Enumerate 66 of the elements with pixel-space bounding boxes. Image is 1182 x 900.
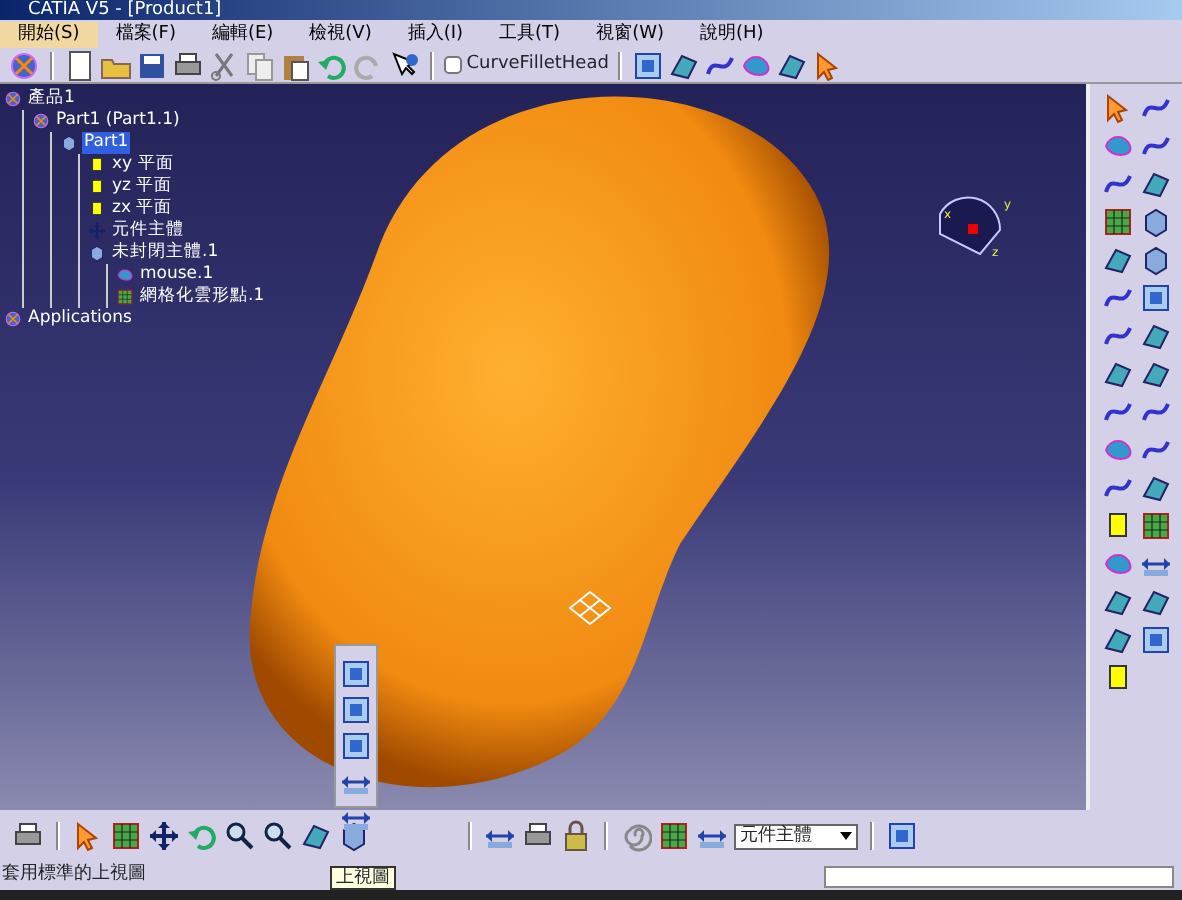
tree-item[interactable]: 網格化雲形點.1 <box>138 286 267 308</box>
tool-icon[interactable] <box>1140 168 1172 200</box>
menu-item[interactable]: 插入(I) <box>389 21 482 47</box>
menu-item[interactable]: 工具(T) <box>481 21 579 47</box>
tree-node-icon[interactable] <box>32 112 50 130</box>
new-document-icon[interactable] <box>64 49 96 81</box>
tree-item[interactable]: Part1 (Part1.1) <box>54 110 182 132</box>
view-icon[interactable] <box>340 694 372 726</box>
menu-item[interactable]: 檢視(V) <box>291 21 390 47</box>
tool-icon[interactable] <box>1102 206 1134 238</box>
tree-node-icon[interactable] <box>116 288 134 306</box>
tool-icon[interactable] <box>1140 206 1172 238</box>
menu-item[interactable]: 視窗(W) <box>578 21 682 47</box>
tree-node-icon[interactable] <box>88 178 106 196</box>
command-input[interactable] <box>824 865 1174 887</box>
print-icon[interactable] <box>172 49 204 81</box>
tree-item[interactable]: mouse.1 <box>138 264 216 286</box>
tree-item[interactable]: 元件主體 <box>110 220 186 242</box>
body-dropdown[interactable]: 元件主體 <box>734 823 858 849</box>
tree-node-icon[interactable] <box>4 90 22 108</box>
tool-icon[interactable] <box>1140 358 1172 390</box>
help-icon[interactable] <box>388 49 420 81</box>
tool-icon[interactable] <box>1140 320 1172 352</box>
tree-item[interactable]: Applications <box>26 308 134 330</box>
menu-item[interactable]: 說明(H) <box>682 21 782 47</box>
fit-all-icon[interactable] <box>110 820 142 852</box>
tool-icon[interactable] <box>1102 624 1134 656</box>
tree-node-icon[interactable] <box>88 222 106 240</box>
menu-item[interactable]: 檔案(F) <box>97 21 194 47</box>
tree-node-icon[interactable] <box>88 156 106 174</box>
tree-item[interactable]: Part1 <box>82 132 131 154</box>
tree-node-icon[interactable] <box>116 266 134 284</box>
window-title: CATIA V5 - [Product1] <box>0 0 1182 20</box>
tree-node-icon[interactable] <box>4 310 22 328</box>
view-icon[interactable] <box>340 730 372 762</box>
compass-drawing <box>939 196 1001 255</box>
tool-icon[interactable] <box>1140 510 1172 542</box>
tool-icon[interactable] <box>1102 244 1134 276</box>
tree-item[interactable]: zx 平面 <box>110 198 175 220</box>
menu-item[interactable]: 開始(S) <box>0 21 98 47</box>
tool-icon[interactable] <box>1140 586 1172 618</box>
tooltip: 上視圖 <box>330 866 396 890</box>
menu-item[interactable]: 編輯(E) <box>193 21 292 47</box>
tool-icon[interactable] <box>1140 282 1172 314</box>
tree-node-icon[interactable] <box>88 244 106 262</box>
mesh-marker-icon <box>568 590 612 626</box>
checkbox-label[interactable]: CurveFilletHead <box>444 51 609 79</box>
status-message: 套用標準的上視圖 <box>2 862 146 889</box>
view-icon[interactable] <box>340 658 372 690</box>
tree-item[interactable]: 產品1 <box>26 88 77 110</box>
zoom-in-icon[interactable] <box>224 820 256 852</box>
tool-icon[interactable] <box>1140 472 1172 504</box>
tree-node-icon[interactable] <box>88 200 106 218</box>
tool-icon[interactable] <box>1140 624 1172 656</box>
tool-icon[interactable] <box>1102 586 1134 618</box>
tree-item[interactable]: yz 平面 <box>110 176 175 198</box>
pan-icon[interactable] <box>148 820 180 852</box>
tree-item[interactable]: xy 平面 <box>110 154 176 176</box>
zoom-out-icon[interactable] <box>262 820 294 852</box>
lock-icon[interactable] <box>560 820 592 852</box>
tree-node-icon[interactable] <box>60 134 78 152</box>
tool-icon[interactable] <box>1102 358 1134 390</box>
tool-icon[interactable] <box>1140 244 1172 276</box>
tree-item[interactable]: 未封閉主體.1 <box>110 242 221 264</box>
save-icon[interactable] <box>136 49 168 81</box>
checkbox[interactable] <box>444 56 462 74</box>
